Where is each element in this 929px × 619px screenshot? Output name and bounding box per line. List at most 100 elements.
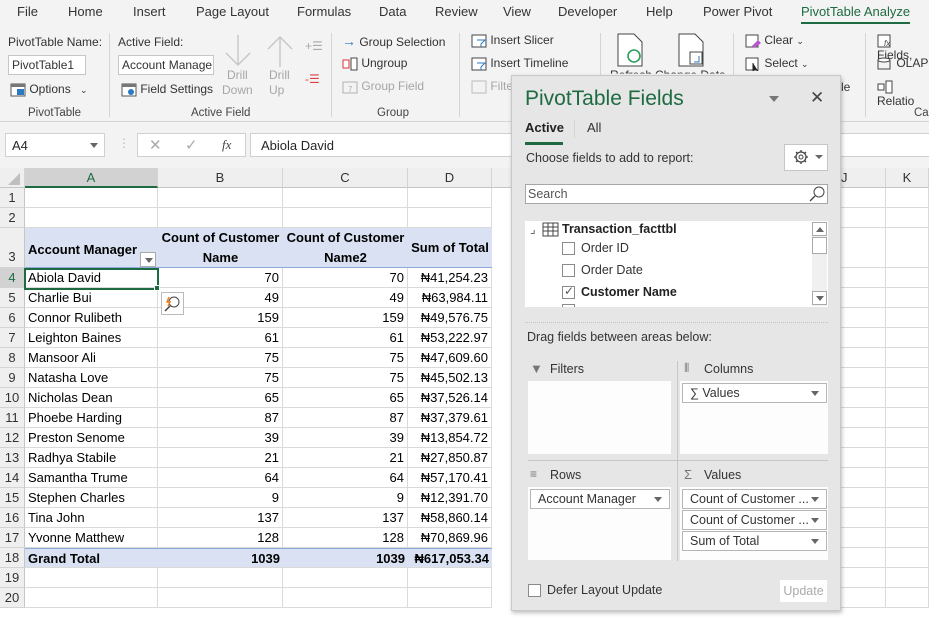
cell[interactable]: [841, 308, 886, 328]
cell[interactable]: [841, 228, 886, 268]
scroll-thumb[interactable]: [812, 237, 827, 254]
cell[interactable]: [158, 588, 283, 608]
options-button[interactable]: Options ⌄: [10, 82, 88, 97]
grand-total-label[interactable]: Grand Total: [25, 548, 158, 568]
pivot-value-count1[interactable]: 75: [158, 348, 283, 368]
drill-up-button[interactable]: Drill Up: [264, 33, 296, 103]
cell[interactable]: [283, 568, 408, 588]
pivot-row-label[interactable]: Leighton Baines: [25, 328, 158, 348]
cell[interactable]: [841, 368, 886, 388]
cell[interactable]: [886, 328, 929, 348]
row-header[interactable]: 3: [0, 228, 25, 268]
scroll-up-button[interactable]: [812, 222, 827, 236]
collapse-field-icon[interactable]: -☰: [305, 72, 320, 86]
cell[interactable]: [158, 188, 283, 208]
column-header-b[interactable]: B: [158, 168, 283, 188]
tab-power-pivot[interactable]: Power Pivot: [703, 4, 772, 19]
row-header[interactable]: 5: [0, 288, 25, 308]
tab-data[interactable]: Data: [379, 4, 406, 19]
pivot-value-count2[interactable]: 70: [283, 268, 408, 288]
pivot-row-label[interactable]: Charlie Bui: [25, 288, 158, 308]
update-button[interactable]: Update: [780, 580, 827, 602]
pivot-row-label[interactable]: Abiola David: [25, 268, 158, 288]
grand-total-sum[interactable]: ₦617,053.34: [408, 548, 492, 568]
cell[interactable]: [841, 428, 886, 448]
pivot-row-label[interactable]: Preston Senome: [25, 428, 158, 448]
change-data-source-button[interactable]: Change Data: [655, 32, 726, 77]
cell[interactable]: [841, 468, 886, 488]
confirm-icon[interactable]: ✓: [185, 136, 198, 154]
cell[interactable]: [841, 488, 886, 508]
quick-analysis-button[interactable]: [161, 292, 184, 315]
cell[interactable]: [886, 488, 929, 508]
row-header[interactable]: 19: [0, 568, 25, 588]
tab-active[interactable]: Active: [525, 120, 564, 135]
pivot-value-count2[interactable]: 137: [283, 508, 408, 528]
insert-function-icon[interactable]: fx: [222, 137, 231, 153]
filters-drop-area[interactable]: [528, 381, 671, 454]
group-selection-button[interactable]: → Group Selection: [342, 33, 445, 49]
pivot-value-count1[interactable]: 21: [158, 448, 283, 468]
cell[interactable]: [886, 288, 929, 308]
cell[interactable]: [841, 528, 886, 548]
row-header[interactable]: 20: [0, 588, 25, 608]
pivot-value-count1[interactable]: 9: [158, 488, 283, 508]
pivot-value-count1[interactable]: 39: [158, 428, 283, 448]
select-button[interactable]: Select ⌄: [745, 56, 809, 71]
clear-button[interactable]: Clear ⌄: [745, 33, 804, 48]
field-label-order-date[interactable]: Order Date: [581, 263, 643, 277]
cell[interactable]: [886, 528, 929, 548]
cell[interactable]: [886, 348, 929, 368]
cell[interactable]: [886, 508, 929, 528]
cell[interactable]: [841, 588, 886, 608]
pivot-value-total[interactable]: ₦63,984.11: [408, 288, 492, 308]
cell[interactable]: [841, 548, 886, 568]
cell[interactable]: [408, 208, 492, 228]
cell[interactable]: [841, 388, 886, 408]
rows-drop-area[interactable]: Account Manager: [528, 487, 671, 560]
defer-layout-update-checkbox[interactable]: [528, 584, 541, 597]
cell[interactable]: [886, 548, 929, 568]
cell[interactable]: [886, 448, 929, 468]
field-label-order-id[interactable]: Order ID: [581, 241, 629, 255]
field-checkbox-partial[interactable]: [562, 304, 575, 307]
cell[interactable]: [886, 368, 929, 388]
row-header[interactable]: 11: [0, 408, 25, 428]
close-pane-button[interactable]: ✕: [810, 88, 824, 108]
row-header[interactable]: 13: [0, 448, 25, 468]
pivot-value-total[interactable]: ₦70,869.96: [408, 528, 492, 548]
values-chip-count-customer-name2[interactable]: Count of Customer ...: [682, 510, 827, 530]
insert-timeline-button[interactable]: Insert Timeline: [471, 56, 568, 71]
cell[interactable]: [841, 348, 886, 368]
row-header[interactable]: 8: [0, 348, 25, 368]
tab-page-layout[interactable]: Page Layout: [196, 4, 269, 19]
cell[interactable]: [841, 208, 886, 228]
cell[interactable]: [158, 568, 283, 588]
row-header[interactable]: 18: [0, 548, 25, 568]
cell[interactable]: [25, 188, 158, 208]
row-header[interactable]: 2: [0, 208, 25, 228]
cell[interactable]: [886, 208, 929, 228]
cell[interactable]: [158, 208, 283, 228]
pivot-row-label[interactable]: Tina John: [25, 508, 158, 528]
cell[interactable]: [25, 588, 158, 608]
values-chip-count-customer-name[interactable]: Count of Customer ...: [682, 489, 827, 509]
pivot-value-count1[interactable]: 70: [158, 268, 283, 288]
pivot-value-count2[interactable]: 64: [283, 468, 408, 488]
row-header[interactable]: 9: [0, 368, 25, 388]
pivot-header-account-manager[interactable]: Account Manager: [25, 228, 158, 268]
rows-chip-account-manager[interactable]: Account Manager: [530, 489, 670, 509]
columns-chip-values[interactable]: ∑ Values: [682, 383, 827, 403]
tab-view[interactable]: View: [503, 4, 531, 19]
cell[interactable]: [841, 328, 886, 348]
select-all-corner[interactable]: [0, 168, 25, 188]
column-header-a[interactable]: A: [25, 168, 158, 188]
tab-developer[interactable]: Developer: [558, 4, 617, 19]
columns-drop-area[interactable]: ∑ Values: [680, 381, 828, 454]
cell[interactable]: [841, 408, 886, 428]
cell[interactable]: [886, 228, 929, 268]
pivot-value-count1[interactable]: 128: [158, 528, 283, 548]
pivot-row-label[interactable]: Radhya Stabile: [25, 448, 158, 468]
expand-field-icon[interactable]: +☰: [305, 39, 323, 53]
pivot-value-total[interactable]: ₦49,576.75: [408, 308, 492, 328]
